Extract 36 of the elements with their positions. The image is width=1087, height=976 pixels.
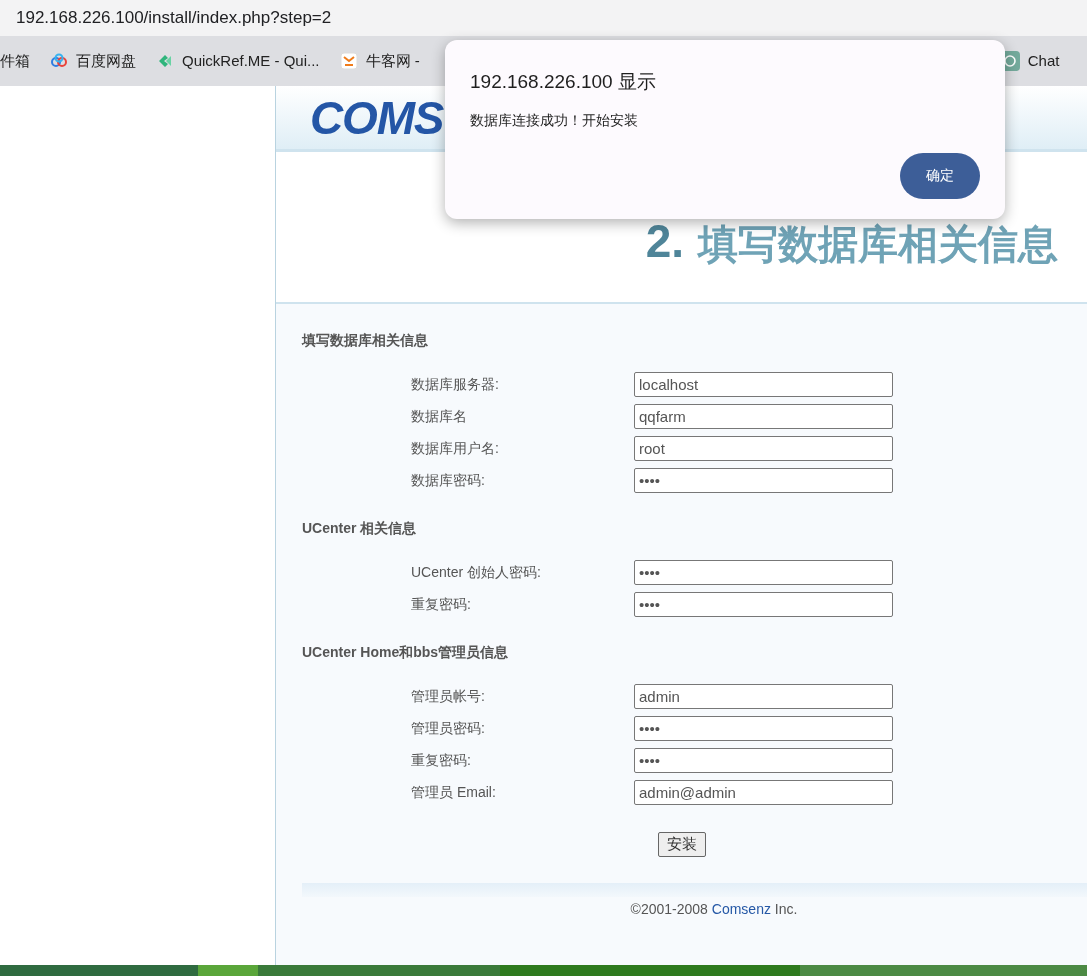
bookmark[interactable]: 牛客网 - [339, 49, 420, 73]
field-label: UCenter 创始人密码: [411, 562, 542, 582]
input-field[interactable]: •••• [634, 559, 893, 585]
input-field[interactable]: root [634, 435, 893, 461]
cloud-icon [50, 52, 68, 70]
section-title: 填写数据库相关信息 [302, 331, 429, 350]
bookmark[interactable]: 百度网盘 [50, 49, 136, 73]
field-label: 数据库名 [411, 406, 468, 426]
comsenz-link[interactable]: Comsenz [711, 901, 771, 917]
input-field[interactable]: admin [634, 683, 893, 709]
bookmark[interactable]: 件箱 [0, 49, 30, 73]
step-number: 2. [645, 218, 684, 264]
input-field[interactable]: localhost [634, 371, 893, 397]
input-field[interactable]: •••• [634, 591, 893, 617]
input-field[interactable]: qqfarm [634, 403, 893, 429]
section-title: UCenter 相关信息 [302, 519, 418, 538]
field-label: 管理员帐号: [411, 686, 486, 706]
step-heading: 填写数据库相关信息 [698, 224, 1058, 264]
install-button[interactable]: 安装 [658, 832, 706, 857]
input-field[interactable]: •••• [634, 467, 893, 493]
input-field[interactable]: •••• [634, 747, 893, 773]
dialog-message: 数据库连接成功！开始安装 [470, 110, 639, 130]
niuke-icon [339, 52, 358, 70]
field-label: 数据库服务器: [411, 374, 500, 394]
ok-button[interactable]: 确定 [900, 152, 980, 199]
input-field[interactable]: admin@admin [634, 779, 893, 805]
field-label: 重复密码: [411, 750, 472, 770]
section-title: UCenter Home和bbs管理员信息 [302, 643, 510, 662]
field-label: 重复密码: [411, 594, 472, 614]
bookmark[interactable]: QuickRef.ME - Qui... [156, 49, 320, 73]
field-label: 数据库用户名: [411, 438, 500, 458]
field-label: 管理员 Email: [411, 782, 497, 802]
field-label: 数据库密码: [411, 470, 486, 490]
footer-text: ©2001-2008 Comsenz Inc. [629, 900, 799, 919]
field-label: 管理员密码: [411, 718, 486, 738]
input-field[interactable]: •••• [634, 715, 893, 741]
